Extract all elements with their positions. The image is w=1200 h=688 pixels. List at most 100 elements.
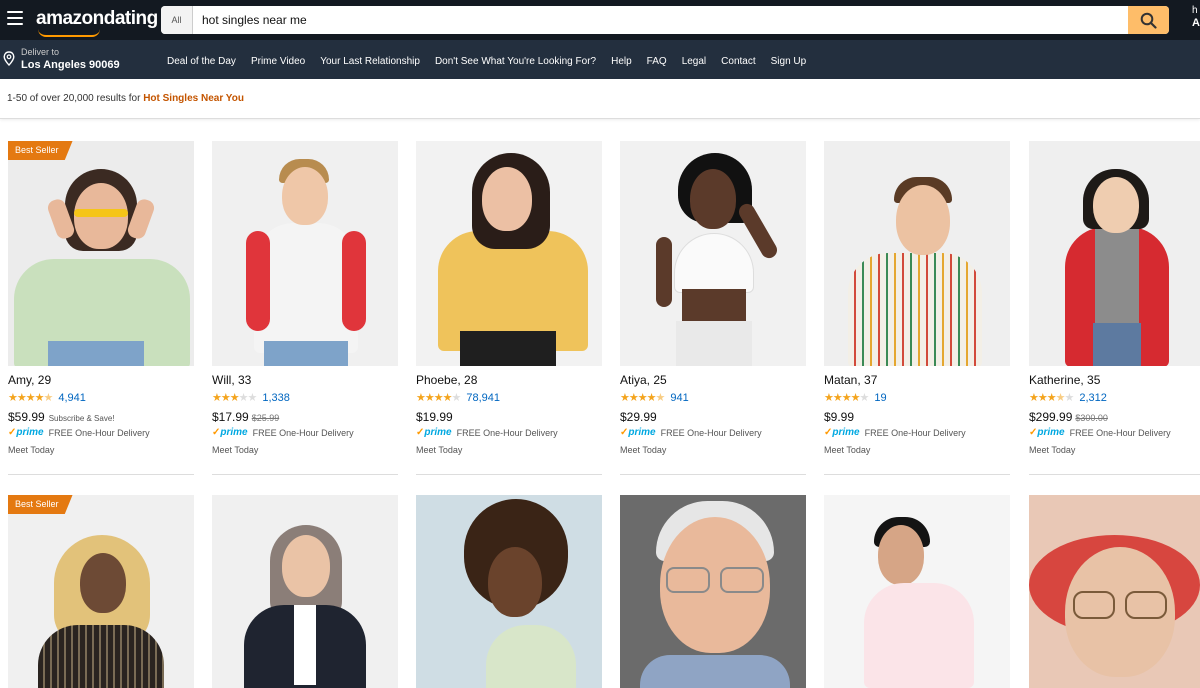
review-count[interactable]: 2,312 <box>1079 392 1107 404</box>
search-category-dropdown[interactable]: All <box>161 6 193 34</box>
product-name[interactable]: Will, 33 <box>212 373 398 387</box>
meet-today-text: Meet Today <box>8 445 55 455</box>
nav-links: Deal of the Day Prime Video Your Last Re… <box>167 56 806 67</box>
prime-label: prime <box>1037 427 1065 438</box>
product-card[interactable]: Best Seller Amy, 29 ★★★★★ 4,941 $59.99 S… <box>8 141 194 475</box>
logo-text: amazondating <box>36 8 158 29</box>
price: $29.99 <box>620 410 657 424</box>
price-row: $59.99 Subscribe & Save! <box>8 410 194 424</box>
prime-row: ✓prime FREE One-Hour Delivery <box>416 427 602 438</box>
menu-icon[interactable] <box>7 11 23 25</box>
nav-bar: Deliver to Los Angeles 90069 Deal of the… <box>0 40 1200 79</box>
search-icon <box>1140 12 1157 29</box>
prime-row: ✓prime FREE One-Hour Delivery <box>1029 427 1200 438</box>
prime-label: prime <box>424 427 452 438</box>
product-photo[interactable] <box>1029 141 1200 366</box>
card-divider <box>620 474 806 475</box>
product-photo[interactable]: Best Seller <box>8 141 194 366</box>
search-button[interactable] <box>1128 6 1169 34</box>
product-name[interactable]: Amy, 29 <box>8 373 194 387</box>
review-count[interactable]: 941 <box>670 392 688 404</box>
delivery-text: FREE One-Hour Delivery <box>660 427 762 438</box>
account-line-2: A <box>1192 17 1200 29</box>
price: $17.99 <box>212 410 249 424</box>
product-card[interactable]: Will, 33 ★★★★★ 1,338 $17.99 $25.99 ✓prim… <box>212 141 398 475</box>
nav-link-contact[interactable]: Contact <box>721 56 755 67</box>
delivery-text: FREE One-Hour Delivery <box>48 427 150 438</box>
nav-link-deal-of-the-day[interactable]: Deal of the Day <box>167 56 236 67</box>
card-divider <box>8 474 194 475</box>
product-card[interactable] <box>824 495 1010 688</box>
product-photo[interactable] <box>212 495 398 688</box>
nav-link-sign-up[interactable]: Sign Up <box>771 56 807 67</box>
product-card[interactable] <box>416 495 602 688</box>
product-name[interactable]: Matan, 37 <box>824 373 1010 387</box>
product-photo[interactable]: Best Seller <box>8 495 194 688</box>
results-count: 1-50 of over 20,000 results for <box>7 93 144 104</box>
review-count[interactable]: 4,941 <box>58 392 86 404</box>
star-rating-icon: ★★★★★ <box>1029 392 1074 404</box>
product-card[interactable] <box>212 495 398 688</box>
nav-link-dont-see[interactable]: Don't See What You're Looking For? <box>435 56 596 67</box>
price: $19.99 <box>416 410 453 424</box>
prime-row: ✓prime FREE One-Hour Delivery <box>620 427 806 438</box>
review-count[interactable]: 19 <box>874 392 886 404</box>
product-card[interactable]: Best Seller <box>8 495 194 688</box>
meet-today-text: Meet Today <box>212 445 259 455</box>
product-photo[interactable] <box>824 141 1010 366</box>
price: $59.99 <box>8 410 45 424</box>
search-input[interactable] <box>194 6 1128 34</box>
product-photo[interactable] <box>824 495 1010 688</box>
product-photo[interactable] <box>1029 495 1200 688</box>
card-divider <box>416 474 602 475</box>
prime-logo-icon: ✓prime <box>620 427 656 438</box>
account-menu-partial[interactable]: h A <box>1192 4 1200 30</box>
review-count[interactable]: 78,941 <box>466 392 500 404</box>
product-photo[interactable] <box>416 141 602 366</box>
card-divider <box>824 474 1010 475</box>
product-name[interactable]: Atiya, 25 <box>620 373 806 387</box>
prime-logo-icon: ✓prime <box>8 427 44 438</box>
meet-today-text: Meet Today <box>1029 445 1076 455</box>
product-card[interactable] <box>1029 495 1200 688</box>
product-card[interactable]: Katherine, 35 ★★★★★ 2,312 $299.99 $300.0… <box>1029 141 1200 475</box>
star-rating-icon: ★★★★★ <box>8 392 53 404</box>
nav-link-help[interactable]: Help <box>611 56 632 67</box>
product-card[interactable]: Atiya, 25 ★★★★★ 941 $29.99 ✓prime FREE O… <box>620 141 806 475</box>
product-card[interactable]: Phoebe, 28 ★★★★★ 78,941 $19.99 ✓prime FR… <box>416 141 602 475</box>
nav-link-prime-video[interactable]: Prime Video <box>251 56 305 67</box>
product-card[interactable]: Matan, 37 ★★★★★ 19 $9.99 ✓prime FREE One… <box>824 141 1010 475</box>
price-row: $19.99 <box>416 410 602 424</box>
review-count[interactable]: 1,338 <box>262 392 290 404</box>
product-card[interactable] <box>620 495 806 688</box>
product-photo[interactable] <box>620 495 806 688</box>
rating: ★★★★★ 2,312 <box>1029 391 1200 405</box>
nav-link-legal[interactable]: Legal <box>682 56 706 67</box>
search-bar: All <box>161 6 1169 34</box>
results-bar: 1-50 of over 20,000 results for Hot Sing… <box>0 79 1200 119</box>
amazon-dating-logo[interactable]: amazondating <box>36 8 158 37</box>
prime-label: prime <box>628 427 656 438</box>
prime-row: ✓prime FREE One-Hour Delivery <box>8 427 194 438</box>
prime-row: ✓prime FREE One-Hour Delivery <box>824 427 1010 438</box>
star-rating-icon: ★★★★★ <box>416 392 461 404</box>
results-query[interactable]: Hot Singles Near You <box>143 93 244 104</box>
subscribe-save-note: Subscribe & Save! <box>48 414 115 423</box>
prime-label: prime <box>832 427 860 438</box>
nav-link-faq[interactable]: FAQ <box>647 56 667 67</box>
product-name[interactable]: Katherine, 35 <box>1029 373 1200 387</box>
top-header: amazondating All h A <box>0 0 1200 40</box>
product-photo[interactable] <box>620 141 806 366</box>
star-rating-icon: ★★★★★ <box>620 392 665 404</box>
rating: ★★★★★ 4,941 <box>8 391 194 405</box>
best-seller-badge: Best Seller <box>8 141 73 160</box>
product-photo[interactable] <box>212 141 398 366</box>
delivery-text: FREE One-Hour Delivery <box>252 427 354 438</box>
product-photo[interactable] <box>416 495 602 688</box>
product-name[interactable]: Phoebe, 28 <box>416 373 602 387</box>
nav-link-your-last-relationship[interactable]: Your Last Relationship <box>320 56 420 67</box>
price-row: $299.99 $300.00 <box>1029 410 1200 424</box>
card-divider <box>1029 474 1200 475</box>
prime-label: prime <box>16 427 44 438</box>
prime-row: ✓prime FREE One-Hour Delivery <box>212 427 398 438</box>
